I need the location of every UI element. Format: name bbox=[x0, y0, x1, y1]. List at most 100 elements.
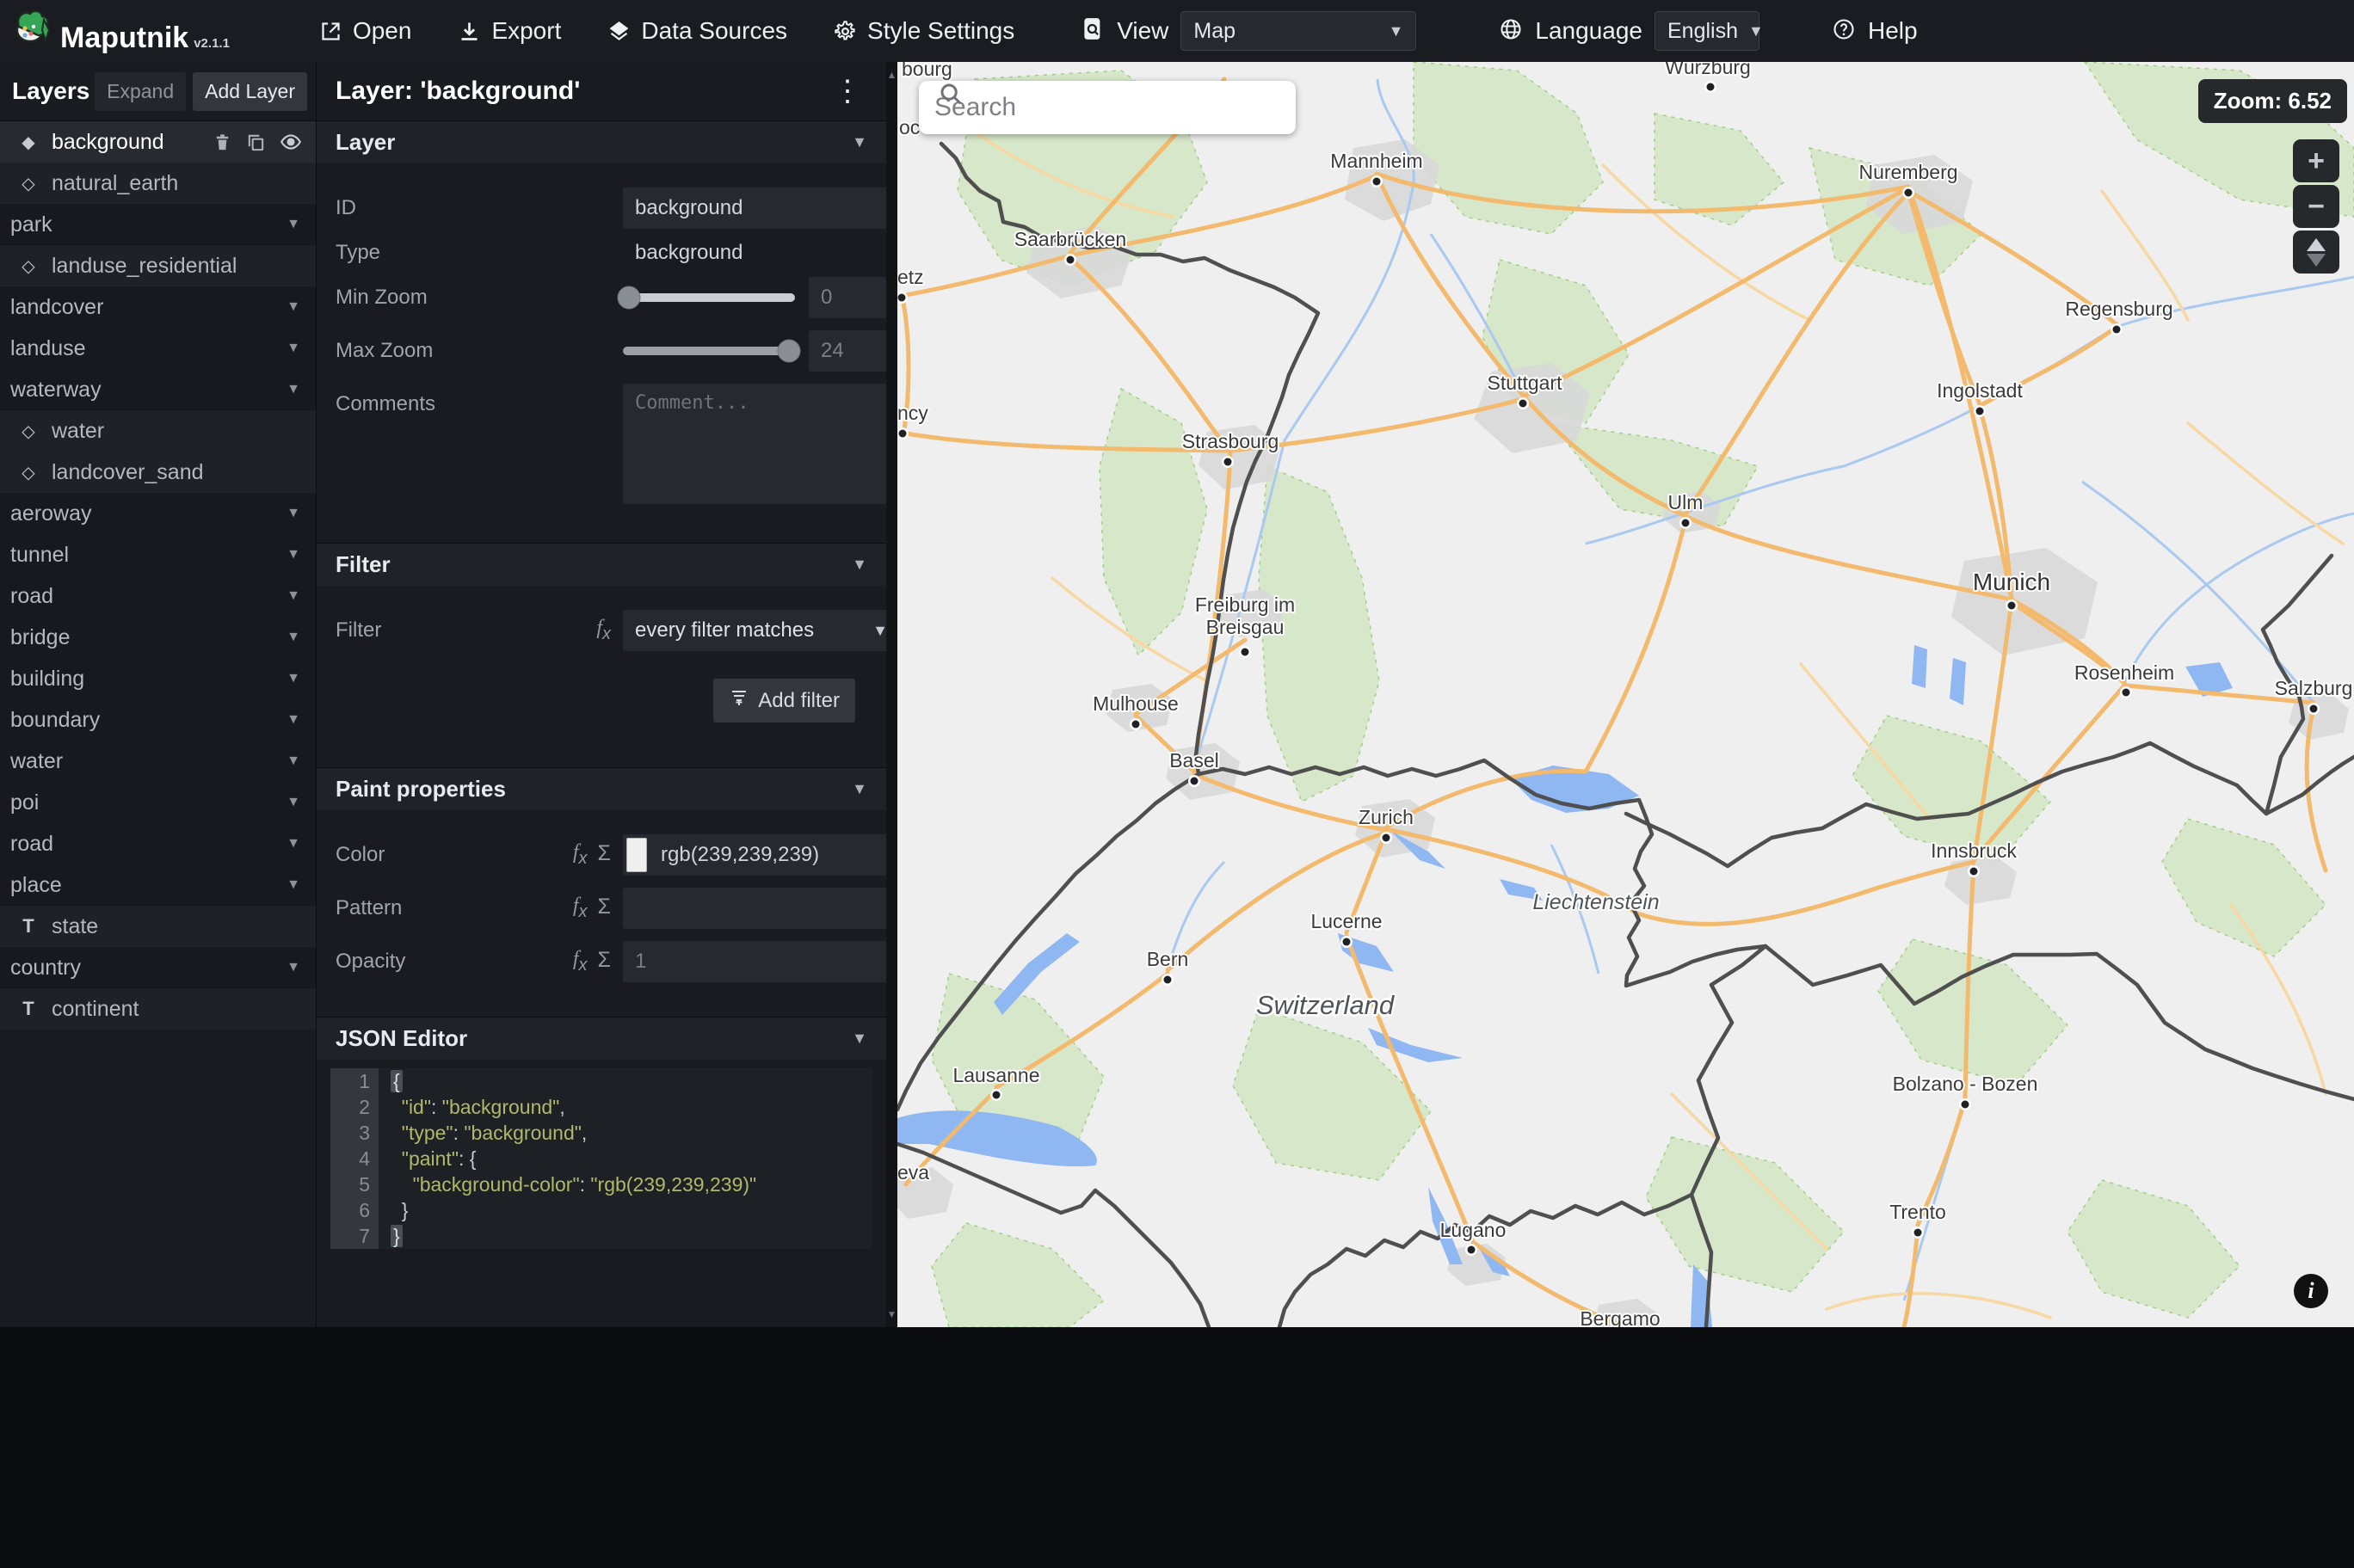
layer-row-landuse[interactable]: landuse ▼ bbox=[0, 328, 316, 369]
chevron-down-icon: ▼ bbox=[287, 341, 300, 355]
layer-row-label: place bbox=[10, 872, 62, 897]
color-swatch[interactable] bbox=[626, 838, 647, 872]
editor-scrollbar[interactable]: ▲ ▼ bbox=[886, 62, 897, 1327]
compass-button[interactable] bbox=[2293, 231, 2339, 274]
expression-icon[interactable]: Σ bbox=[598, 895, 611, 922]
chevron-down-icon: ▼ bbox=[1388, 22, 1404, 40]
map-search-box[interactable]: Search bbox=[919, 81, 1296, 134]
scroll-up-icon[interactable]: ▲ bbox=[886, 69, 897, 81]
layer-row-label: boundary bbox=[10, 707, 101, 732]
layer-row-place[interactable]: place ▼ bbox=[0, 864, 316, 906]
section-layer-label: Layer bbox=[336, 129, 396, 155]
comments-textarea[interactable] bbox=[623, 384, 886, 504]
function-icon[interactable]: fx bbox=[573, 948, 588, 975]
scroll-down-icon[interactable]: ▼ bbox=[886, 1308, 897, 1320]
function-icon[interactable]: fx bbox=[573, 895, 588, 922]
compass-south-icon bbox=[2307, 253, 2326, 267]
duplicate-layer-icon[interactable] bbox=[246, 132, 266, 152]
layer-row-natural_earth[interactable]: ◇ natural_earth bbox=[0, 163, 316, 204]
diamond-icon: ◇ bbox=[22, 256, 35, 276]
layer-row-water[interactable]: water ▼ bbox=[0, 741, 316, 782]
export-button[interactable]: Export bbox=[458, 17, 561, 45]
layer-row-poi[interactable]: poi ▼ bbox=[0, 782, 316, 823]
filter-combinator-select[interactable]: every filter matches ▼ bbox=[623, 610, 886, 651]
min-zoom-slider[interactable] bbox=[617, 286, 795, 310]
id-input[interactable] bbox=[623, 188, 886, 229]
map-label-strasbourg: Strasbourg bbox=[1182, 430, 1279, 452]
layer-row-boundary[interactable]: boundary ▼ bbox=[0, 699, 316, 741]
layer-row-landuse_residential[interactable]: ◇ landuse_residential bbox=[0, 245, 316, 286]
chevron-down-icon: ▼ bbox=[287, 217, 300, 231]
attribution-info-button[interactable]: i bbox=[2294, 1274, 2328, 1308]
city-dot bbox=[1969, 867, 1978, 876]
map-canvas[interactable]: bourg Würzburg oc Mannheim Nuremberg Saarbrüc… bbox=[897, 62, 2354, 1327]
pattern-input[interactable] bbox=[623, 888, 886, 929]
layer-row-landcover_sand[interactable]: ◇ landcover_sand bbox=[0, 452, 316, 493]
min-zoom-slider-handle[interactable] bbox=[617, 286, 641, 310]
section-filter-label: Filter bbox=[336, 551, 391, 577]
delete-layer-icon[interactable] bbox=[213, 132, 232, 152]
field-id: ID bbox=[336, 188, 886, 229]
json-code-editor[interactable]: 1{2 "id": "background", 3 "type": "backgr… bbox=[330, 1068, 872, 1249]
layer-row-park[interactable]: park ▼ bbox=[0, 204, 316, 245]
map-label-trento: Trento bbox=[1889, 1201, 1946, 1223]
section-json-label: JSON Editor bbox=[336, 1025, 468, 1051]
min-zoom-value[interactable]: 0 bbox=[809, 277, 886, 318]
open-button[interactable]: Open bbox=[319, 17, 411, 45]
data-sources-button[interactable]: Data Sources bbox=[607, 17, 787, 45]
layer-row-label: park bbox=[10, 212, 52, 237]
type-label: Type bbox=[336, 241, 381, 264]
map-label-nuremberg: Nuremberg bbox=[1858, 161, 1957, 183]
zoom-out-button[interactable]: − bbox=[2293, 185, 2339, 228]
layer-row-bridge[interactable]: bridge ▼ bbox=[0, 617, 316, 658]
map-label-bergamo: Bergamo bbox=[1580, 1307, 1660, 1327]
layer-row-state[interactable]: Tstate bbox=[0, 906, 316, 947]
comments-label: Comments bbox=[336, 392, 436, 415]
layer-row-continent[interactable]: Tcontinent bbox=[0, 988, 316, 1030]
expression-icon[interactable]: Σ bbox=[598, 948, 611, 975]
json-line: "id": "background", bbox=[379, 1094, 872, 1120]
add-layer-button[interactable]: Add Layer bbox=[193, 71, 307, 111]
map-label-stuttgart: Stuttgart bbox=[1488, 372, 1563, 394]
map-label-lucerne: Lucerne bbox=[1310, 910, 1382, 932]
function-icon[interactable]: fx bbox=[596, 617, 611, 644]
style-settings-button[interactable]: Style Settings bbox=[834, 17, 1014, 45]
help-group[interactable]: Help bbox=[1832, 17, 1918, 46]
expand-button[interactable]: Expand bbox=[95, 71, 187, 111]
layer-row-background[interactable]: ◆ background bbox=[0, 121, 316, 163]
letterbox bbox=[0, 1327, 2354, 1568]
language-select[interactable]: English ▼ bbox=[1654, 11, 1764, 51]
layer-row-building[interactable]: building ▼ bbox=[0, 658, 316, 699]
view-select[interactable]: Map ▼ bbox=[1180, 11, 1417, 51]
toggle-visibility-icon[interactable] bbox=[280, 131, 302, 153]
max-zoom-slider[interactable] bbox=[623, 339, 801, 363]
opacity-input[interactable] bbox=[623, 941, 886, 982]
brand[interactable]: Maputnik v2.1.1 bbox=[12, 8, 230, 55]
layer-row-landcover[interactable]: landcover ▼ bbox=[0, 286, 316, 328]
section-paint-header[interactable]: Paint properties ▼ bbox=[317, 767, 886, 810]
city-dot bbox=[1241, 648, 1249, 656]
map-nav-controls: + − bbox=[2293, 139, 2339, 274]
text-layer-icon: T bbox=[22, 998, 34, 1019]
data-sources-icon bbox=[607, 20, 631, 43]
json-line: { bbox=[379, 1068, 872, 1094]
add-filter-button[interactable]: Add filter bbox=[713, 679, 855, 723]
layer-row-tunnel[interactable]: tunnel ▼ bbox=[0, 534, 316, 575]
section-json-header[interactable]: JSON Editor ▼ bbox=[317, 1017, 886, 1060]
layer-row-water[interactable]: ◇ water bbox=[0, 410, 316, 452]
section-layer-header[interactable]: Layer ▼ bbox=[317, 120, 886, 163]
layer-row-road[interactable]: road ▼ bbox=[0, 823, 316, 864]
layer-row-road[interactable]: road ▼ bbox=[0, 575, 316, 617]
max-zoom-value[interactable]: 24 bbox=[809, 330, 886, 372]
city-dot bbox=[897, 293, 906, 302]
layer-row-aeroway[interactable]: aeroway ▼ bbox=[0, 493, 316, 534]
kebab-menu-icon[interactable]: ⋮ bbox=[828, 77, 867, 106]
section-filter-header[interactable]: Filter ▼ bbox=[317, 543, 886, 586]
zoom-in-button[interactable]: + bbox=[2293, 139, 2339, 182]
max-zoom-slider-handle[interactable] bbox=[777, 339, 801, 363]
expression-icon[interactable]: Σ bbox=[598, 841, 611, 869]
function-icon[interactable]: fx bbox=[573, 841, 588, 869]
color-input[interactable] bbox=[623, 834, 886, 876]
layer-row-waterway[interactable]: waterway ▼ bbox=[0, 369, 316, 410]
layer-row-country[interactable]: country ▼ bbox=[0, 947, 316, 988]
